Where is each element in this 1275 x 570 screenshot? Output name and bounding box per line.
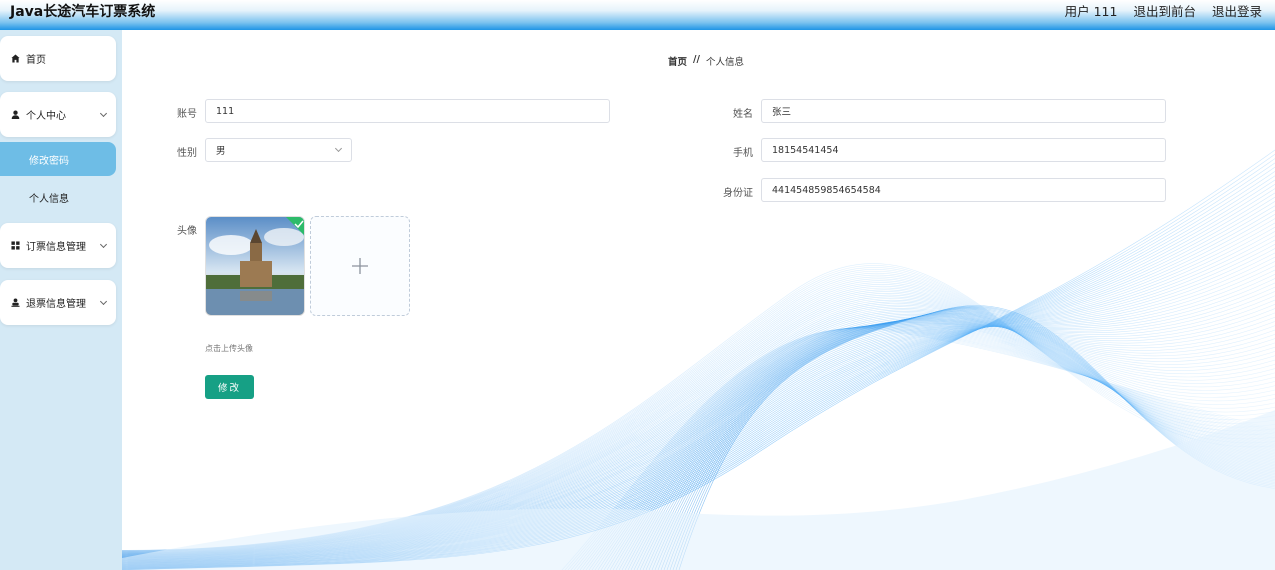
upload-hint: 点击上传头像 — [205, 344, 253, 353]
app-title: Java长途汽车订票系统 — [10, 4, 156, 20]
sidebar-item-label: 首页 — [26, 55, 46, 66]
sidebar-item-refund-management[interactable]: 退票信息管理 — [0, 280, 116, 325]
gender-label: 性别 — [177, 148, 197, 159]
chevron-down-icon — [99, 109, 108, 117]
gender-value: 男 — [216, 146, 226, 157]
account-label: 账号 — [177, 109, 197, 120]
breadcrumb-current: 个人信息 — [705, 57, 744, 68]
back-to-front-link[interactable]: 退出到前台 — [1133, 1, 1196, 20]
sidebar-item-label: 个人中心 — [26, 111, 66, 122]
home-icon — [11, 54, 20, 63]
upload-avatar-button[interactable] — [310, 216, 410, 316]
name-label: 姓名 — [733, 109, 753, 120]
submit-button[interactable]: 修改 — [205, 375, 254, 399]
chevron-down-icon — [334, 144, 343, 153]
user-icon — [11, 110, 20, 119]
sidebar-item-ticket-management[interactable]: 订票信息管理 — [0, 223, 116, 268]
chevron-down-icon — [99, 240, 108, 248]
sidebar-item-label: 订票信息管理 — [26, 242, 86, 253]
avatar-image[interactable] — [205, 216, 305, 316]
person-icon — [11, 298, 20, 307]
id-card-label: 身份证 — [723, 188, 753, 199]
name-field[interactable]: 张三 — [761, 99, 1166, 123]
sidebar-item-personal-center[interactable]: 个人中心 — [0, 92, 116, 137]
id-card-field[interactable]: 441454859854654584 — [761, 178, 1166, 202]
grid-icon — [11, 241, 20, 250]
breadcrumb-separator: // — [693, 54, 700, 65]
top-bar: Java长途汽车订票系统 用户 111 退出到前台 退出登录 — [0, 0, 1275, 30]
plus-icon — [352, 258, 368, 274]
avatar-picture — [206, 217, 304, 315]
avatar-label: 头像 — [177, 226, 197, 237]
sidebar-item-home[interactable]: 首页 — [0, 36, 116, 81]
user-label: 用户 111 — [1064, 4, 1118, 19]
breadcrumb: 首页 // 个人信息 — [668, 54, 744, 68]
phone-label: 手机 — [733, 148, 753, 159]
sidebar-item-personal-info[interactable]: 个人信息 — [0, 180, 116, 214]
logout-link[interactable]: 退出登录 — [1212, 1, 1262, 20]
sidebar-item-change-password[interactable]: 修改密码 — [0, 142, 116, 176]
gender-select[interactable]: 男 — [205, 138, 352, 162]
account-field[interactable]: 111 — [205, 99, 610, 123]
sidebar: 首页 个人中心 修改密码 个人信息 订票信息管理 退票信息管理 — [0, 30, 122, 570]
main-content: 首页 // 个人信息 账号 111 性别 男 头像 点击上传头像 修改 姓名 张… — [122, 30, 1275, 570]
phone-field[interactable]: 18154541454 — [761, 138, 1166, 162]
top-bar-actions: 用户 111 退出到前台 退出登录 — [1065, 1, 1262, 20]
chevron-down-icon — [99, 297, 108, 305]
breadcrumb-home[interactable]: 首页 — [668, 54, 687, 68]
sidebar-item-label: 退票信息管理 — [26, 299, 86, 310]
